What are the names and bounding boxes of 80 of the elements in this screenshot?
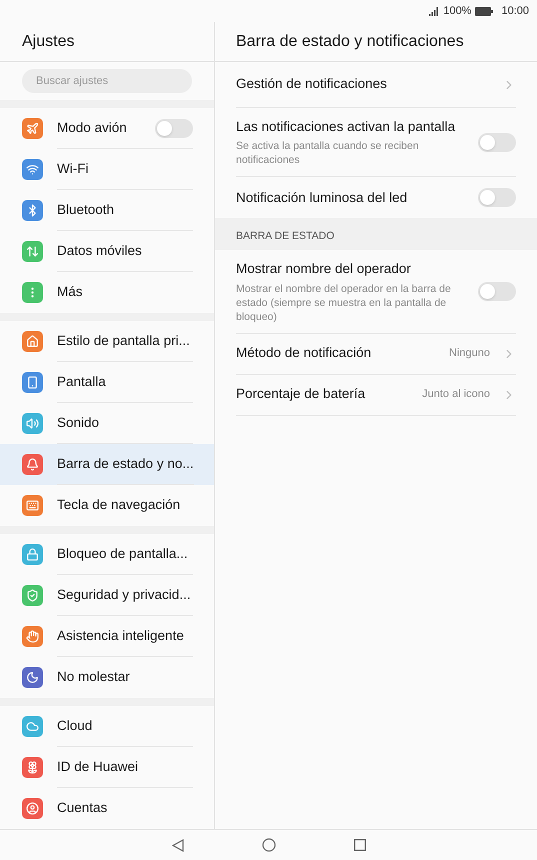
sidebar-label: Bluetooth [57, 200, 114, 219]
airplane-icon [26, 122, 39, 135]
settings-row[interactable]: Mostrar nombre del operador Mostrar el nombre del operador en la barra de estado (siempre se muestra en la pantalla de bloqueo) [236, 250, 516, 334]
speaker-icon [26, 417, 39, 430]
sidebar-item[interactable]: Asistencia inteligente [0, 616, 214, 657]
sidebar-title: Ajustes [22, 32, 74, 52]
sidebar-label: Seguridad y privacid... [57, 586, 191, 604]
sidebar-label: Wi-Fi [57, 160, 88, 178]
row-title: Porcentaje de batería [236, 385, 366, 404]
cloud-icon [26, 720, 39, 733]
row-value: Junto al icono [422, 387, 490, 402]
sidebar-item[interactable]: Pantalla [0, 362, 214, 403]
page-title: Barra de estado y notificaciones [236, 32, 464, 52]
clock-time: 10:00 [501, 4, 529, 19]
phone-icon [26, 376, 39, 389]
row-description: Mostrar el nombre del operador en la barra de estado (siempre se muestra en la pantalla de bloqueo) [236, 282, 452, 324]
settings-row[interactable]: Notificación luminosa del led [236, 177, 516, 218]
settings-row[interactable]: Método de notificación Ninguno [236, 334, 516, 374]
user-icon [26, 802, 39, 815]
toggle-switch[interactable] [478, 282, 516, 301]
sidebar-label: Cloud [57, 716, 92, 735]
sidebar-label: Bloqueo de pantalla... [57, 544, 188, 563]
sidebar-item[interactable]: Barra de estado y no... [0, 444, 214, 485]
battery-icon [475, 6, 494, 16]
sidebar-label: Pantalla [57, 372, 106, 391]
sidebar-label: Asistencia inteligente [57, 626, 184, 645]
row-title: Notificación luminosa del led [236, 188, 408, 207]
wifi-icon [26, 163, 39, 176]
sidebar-label: Estilo de pantalla pri... [57, 332, 190, 350]
house-icon [26, 335, 39, 348]
sidebar-label: Más [57, 283, 83, 302]
sidebar-item[interactable]: Bloqueo de pantalla... [0, 534, 214, 575]
shield-icon [26, 589, 39, 602]
section-header: BARRA DE ESTADO [236, 228, 334, 244]
sidebar-label: Sonido [57, 414, 100, 432]
toggle-switch[interactable] [478, 188, 516, 208]
settings-row[interactable]: Las notificaciones activan la pantalla Se activa la pantalla cuando se reciben notificaciones [236, 108, 516, 178]
sidebar-item[interactable]: Bluetooth [0, 190, 214, 231]
sidebar-item[interactable]: Seguridad y privacid... [0, 575, 214, 616]
keyboard-icon [26, 499, 39, 512]
row-title: Las notificaciones activan la pantalla [236, 118, 456, 136]
flower-icon [26, 761, 39, 774]
row-value: Ninguno [449, 346, 490, 362]
toggle-switch[interactable] [478, 132, 516, 152]
sidebar-item[interactable]: Datos móviles [0, 231, 214, 272]
row-title: Mostrar nombre del operador [236, 260, 412, 278]
toggle-switch[interactable] [155, 118, 193, 138]
hand-icon [26, 630, 39, 643]
row-title: Gestión de notificaciones [236, 75, 388, 94]
bluetooth-icon [26, 204, 39, 217]
moon-icon [26, 671, 39, 684]
sidebar-item[interactable]: ID de Huawei [0, 747, 214, 788]
sidebar-item[interactable]: Cloud [0, 706, 214, 747]
sidebar-label: Barra de estado y no... [57, 454, 194, 473]
sidebar-label: ID de Huawei [57, 758, 138, 776]
settings-row[interactable]: Gestión de notificaciones [236, 62, 516, 108]
recents-icon[interactable] [354, 839, 366, 851]
sidebar-item[interactable]: Estilo de pantalla pri... [0, 321, 214, 362]
sidebar-item[interactable]: Más [0, 272, 214, 313]
arrows-icon [26, 245, 39, 258]
sidebar-label: Modo avión [57, 118, 127, 137]
sidebar-item[interactable]: Wi-Fi [0, 149, 214, 190]
sidebar-label: No molestar [57, 668, 130, 686]
search-field[interactable]: Buscar ajustes [22, 69, 192, 93]
sidebar-label: Tecla de navegación [57, 496, 180, 514]
back-icon[interactable] [172, 838, 184, 852]
signal-icon [429, 6, 440, 16]
row-title: Método de notificación [236, 344, 372, 362]
lock-icon [26, 548, 39, 561]
sidebar-item[interactable]: Tecla de navegación [0, 485, 214, 526]
bell-icon [26, 458, 39, 471]
sidebar-item[interactable]: No molestar [0, 657, 214, 698]
row-description: Se activa la pantalla cuando se reciben notificaciones [236, 139, 420, 168]
sidebar-label: Datos móviles [57, 242, 142, 260]
settings-row[interactable]: Porcentaje de batería Junto al icono [236, 374, 516, 416]
sidebar-item[interactable]: Modo avión [0, 108, 214, 149]
battery-percent: 100% [443, 4, 472, 19]
home-icon[interactable] [262, 838, 276, 852]
sidebar-item[interactable]: Cuentas [0, 788, 214, 829]
sidebar-label: Cuentas [57, 799, 108, 818]
